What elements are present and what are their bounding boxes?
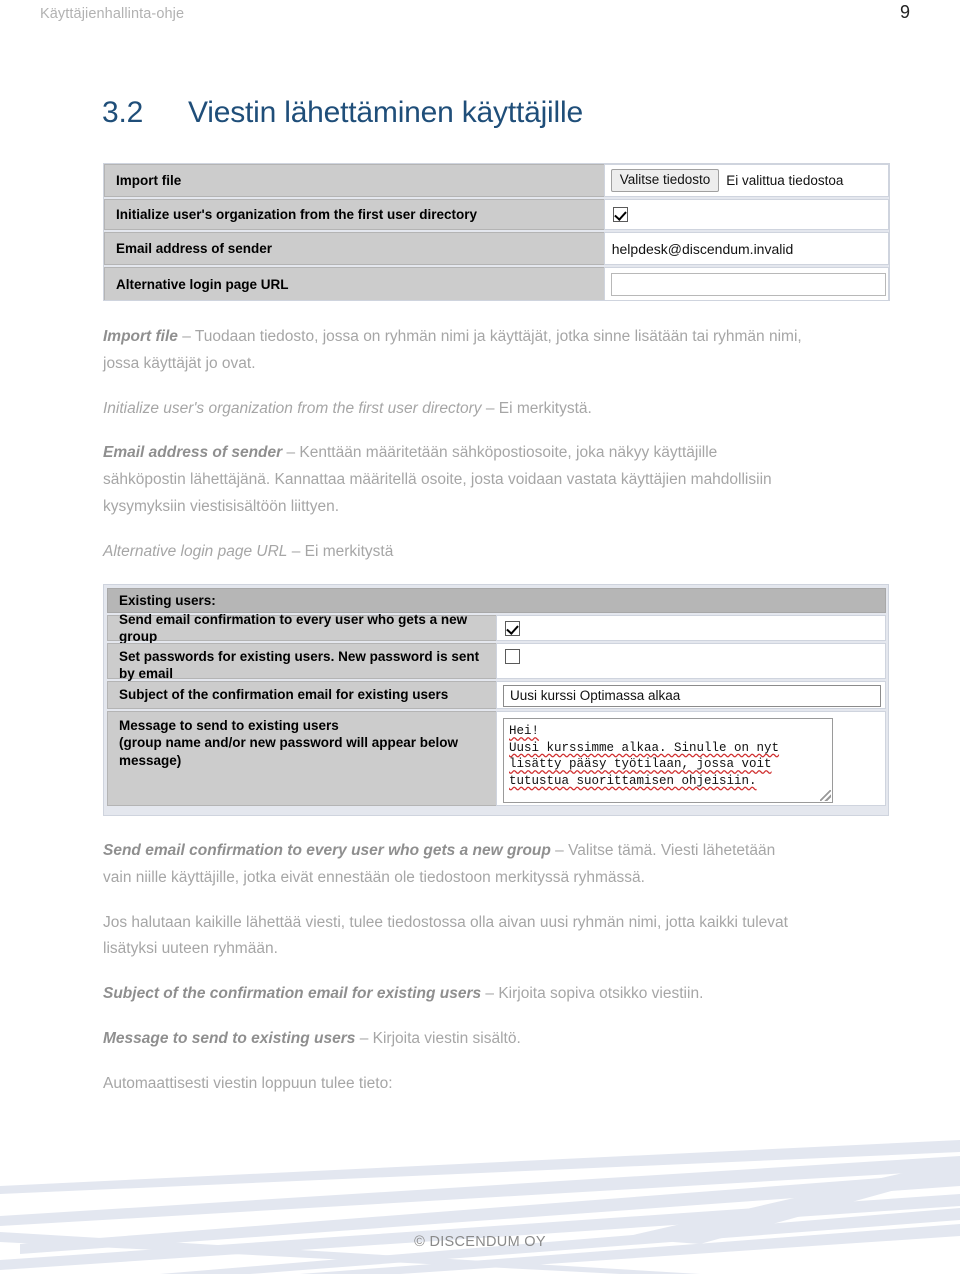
term-import-file: Import file: [103, 328, 178, 345]
text-initialize-organization: – Ei merkitystä.: [481, 399, 592, 417]
paragraph-automatic-note: Automaattisesti viestin loppuun tulee ti…: [103, 1071, 803, 1098]
label-import-file: Import file: [104, 164, 604, 197]
form-row-set-passwords: Set passwords for existing users. New pa…: [107, 643, 886, 681]
paragraph-send-confirmation: Send email confirmation to every user wh…: [103, 838, 803, 892]
term-email-subject: Subject of the confirmation email for ex…: [103, 985, 482, 1003]
paragraph-email-subject: Subject of the confirmation email for ex…: [103, 981, 803, 1008]
text-alternative-login-url: – Ei merkitystä: [287, 542, 394, 560]
body-text-upper: Import file – Tuodaan tiedosto, jossa on…: [103, 324, 803, 584]
existing-users-rows: Send email confirmation to every user wh…: [107, 612, 886, 815]
text-email-subject: – Kirjoita sopiva otsikko viestiin.: [481, 985, 704, 1003]
message-line: Uusi kurssimme alkaa. Sinulle on nyt: [509, 740, 780, 755]
value-set-passwords: [496, 643, 886, 679]
form-row-send-confirmation: Send email confirmation to every user wh…: [107, 612, 886, 644]
textarea-resize-handle-icon[interactable]: [820, 790, 831, 801]
value-message-body: Hei! Uusi kurssimme alkaa. Sinulle on ny…: [496, 711, 886, 806]
label-set-passwords: Set passwords for existing users. New pa…: [107, 643, 496, 681]
form-row-email-subject: Subject of the confirmation email for ex…: [107, 681, 886, 711]
body-text-lower: Send email confirmation to every user wh…: [103, 838, 803, 1116]
term-sender-email: Email address of sender: [103, 444, 283, 462]
form-row-initialize-organization: Initialize user's organization from the …: [104, 199, 889, 232]
value-sender-email: helpdesk@discendum.invalid: [603, 232, 889, 265]
value-import-file: Valitse tiedosto Ei valittua tiedostoa: [603, 164, 889, 197]
section-heading: 3.2 Viestin lähettäminen käyttäjille: [102, 96, 862, 130]
form-row-sender-email: Email address of sender helpdesk@discend…: [104, 232, 889, 267]
message-body-textarea[interactable]: Hei! Uusi kurssimme alkaa. Sinulle on ny…: [503, 718, 833, 803]
initialize-organization-checkbox[interactable]: [612, 207, 628, 222]
alternative-login-url-input[interactable]: [610, 273, 886, 296]
sender-email-input[interactable]: helpdesk@discendum.invalid: [611, 241, 794, 257]
term-send-confirmation: Send email confirmation to every user wh…: [103, 842, 551, 859]
value-email-subject: Uusi kurssi Optimassa alkaa: [496, 681, 886, 709]
file-input-control[interactable]: Valitse tiedosto Ei valittua tiedostoa: [610, 169, 844, 192]
label-initialize-organization: Initialize user's organization from the …: [104, 199, 604, 230]
paragraph-import-file: Import file – Tuodaan tiedosto, jossa on…: [103, 324, 803, 378]
paragraph-sender-email: Email address of sender – Kenttään määri…: [103, 440, 803, 520]
value-alternative-login-url: [603, 267, 889, 300]
paragraph-initialize-organization: Initialize user's organization from the …: [103, 396, 803, 423]
paragraph-message-body: Message to send to existing users – Kirj…: [103, 1026, 803, 1053]
file-status-text: Ei valittua tiedostoa: [726, 172, 844, 188]
label-message-body: Message to send to existing users (group…: [107, 711, 496, 806]
value-initialize-organization: [603, 199, 889, 230]
label-sender-email: Email address of sender: [104, 232, 604, 265]
paragraph-alternative-login-url: Alternative login page URL – Ei merkitys…: [103, 539, 803, 566]
paragraph-new-group-note: Jos halutaan kaikille lähettää viesti, t…: [103, 910, 803, 964]
form-row-alternative-login-url: Alternative login page URL: [104, 267, 889, 300]
section-number: 3.2: [102, 96, 144, 129]
page-header: Käyttäjienhallinta-ohje 9: [0, 0, 960, 40]
email-subject-input[interactable]: Uusi kurssi Optimassa alkaa: [503, 684, 881, 707]
value-send-confirmation: [496, 615, 886, 641]
import-settings-screenshot: Import file Valitse tiedosto Ei valittua…: [103, 163, 890, 301]
label-alternative-login-url: Alternative login page URL: [104, 267, 604, 300]
text-import-file: – Tuodaan tiedosto, jossa on ryhmän nimi…: [103, 328, 802, 372]
section-title: Viestin lähettäminen käyttäjille: [188, 96, 583, 129]
document-title: Käyttäjienhallinta-ohje: [40, 6, 185, 22]
message-line: tutustua suorittamisen ohjeisiin.: [509, 773, 757, 788]
choose-file-button[interactable]: Valitse tiedosto: [610, 169, 720, 192]
footer-stripes-graphic: [0, 1140, 960, 1274]
footer-decoration: [0, 1120, 960, 1274]
label-email-subject: Subject of the confirmation email for ex…: [107, 681, 496, 709]
form-row-message-body: Message to send to existing users (group…: [107, 711, 886, 808]
form-row-import-file: Import file Valitse tiedosto Ei valittua…: [104, 164, 889, 199]
page-number: 9: [900, 2, 911, 22]
existing-users-section-header: Existing users:: [107, 588, 886, 613]
send-confirmation-checkbox[interactable]: [505, 620, 520, 636]
set-passwords-checkbox[interactable]: [505, 649, 520, 664]
text-new-group-note: Jos halutaan kaikille lähettää viesti, t…: [103, 913, 788, 958]
existing-users-screenshot: Existing users: Send email confirmation …: [103, 584, 889, 816]
footer-credit: © DISCENDUM OY: [414, 1234, 546, 1250]
label-send-confirmation: Send email confirmation to every user wh…: [107, 612, 496, 644]
text-automatic-note: Automaattisesti viestin loppuun tulee ti…: [103, 1074, 393, 1092]
message-line: lisätty pääsy työtilaan, jossa voit: [509, 757, 772, 771]
term-message-body: Message to send to existing users: [103, 1030, 356, 1048]
text-message-body: – Kirjoita viestin sisältö.: [355, 1030, 521, 1048]
term-initialize-organization: Initialize user's organization from the …: [103, 399, 482, 417]
term-alternative-login-url: Alternative login page URL: [103, 542, 288, 560]
message-line: Hei!: [509, 724, 540, 738]
